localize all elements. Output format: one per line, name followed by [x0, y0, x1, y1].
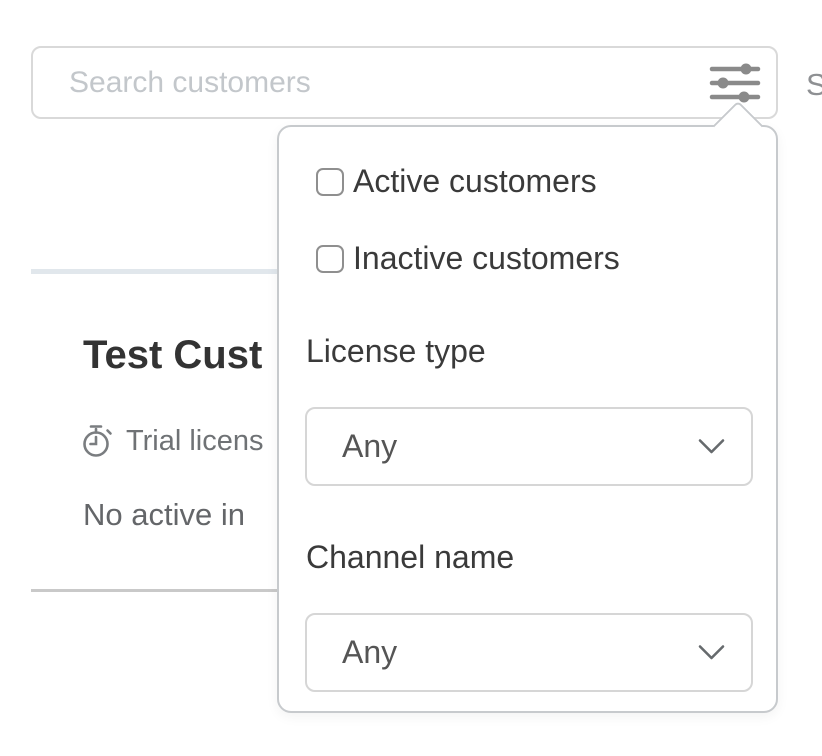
installation-status-text: No active in	[83, 497, 245, 533]
license-text: Trial licens	[126, 425, 264, 458]
chevron-down-icon	[698, 644, 725, 661]
channel-name-select[interactable]: Any	[305, 613, 753, 692]
search-input[interactable]: Search customers	[69, 66, 700, 100]
channel-name-selected-value: Any	[342, 634, 698, 671]
license-type-selected-value: Any	[342, 428, 698, 465]
license-type-label: License type	[306, 333, 486, 370]
inactive-customers-checkbox[interactable]	[316, 245, 344, 273]
active-customers-label: Active customers	[353, 163, 597, 200]
license-type-select[interactable]: Any	[305, 407, 753, 486]
section-divider-bottom	[31, 589, 277, 592]
channel-name-label: Channel name	[306, 539, 514, 576]
sliders-filter-icon	[709, 60, 761, 106]
section-divider-top	[31, 269, 277, 274]
active-customers-checkbox[interactable]	[316, 168, 344, 196]
timer-icon	[81, 423, 114, 459]
customer-search-box[interactable]: Search customers	[31, 46, 778, 119]
filter-popover: Active customers Inactive customers Lice…	[277, 125, 778, 713]
right-edge-clipped-label: S	[806, 67, 822, 103]
customer-name-heading: Test Cust	[83, 333, 262, 378]
license-status-row: Trial licens	[81, 423, 264, 459]
inactive-customers-checkbox-row[interactable]: Inactive customers	[316, 240, 620, 277]
chevron-down-icon	[698, 438, 725, 455]
active-customers-checkbox-row[interactable]: Active customers	[316, 163, 597, 200]
inactive-customers-label: Inactive customers	[353, 240, 620, 277]
